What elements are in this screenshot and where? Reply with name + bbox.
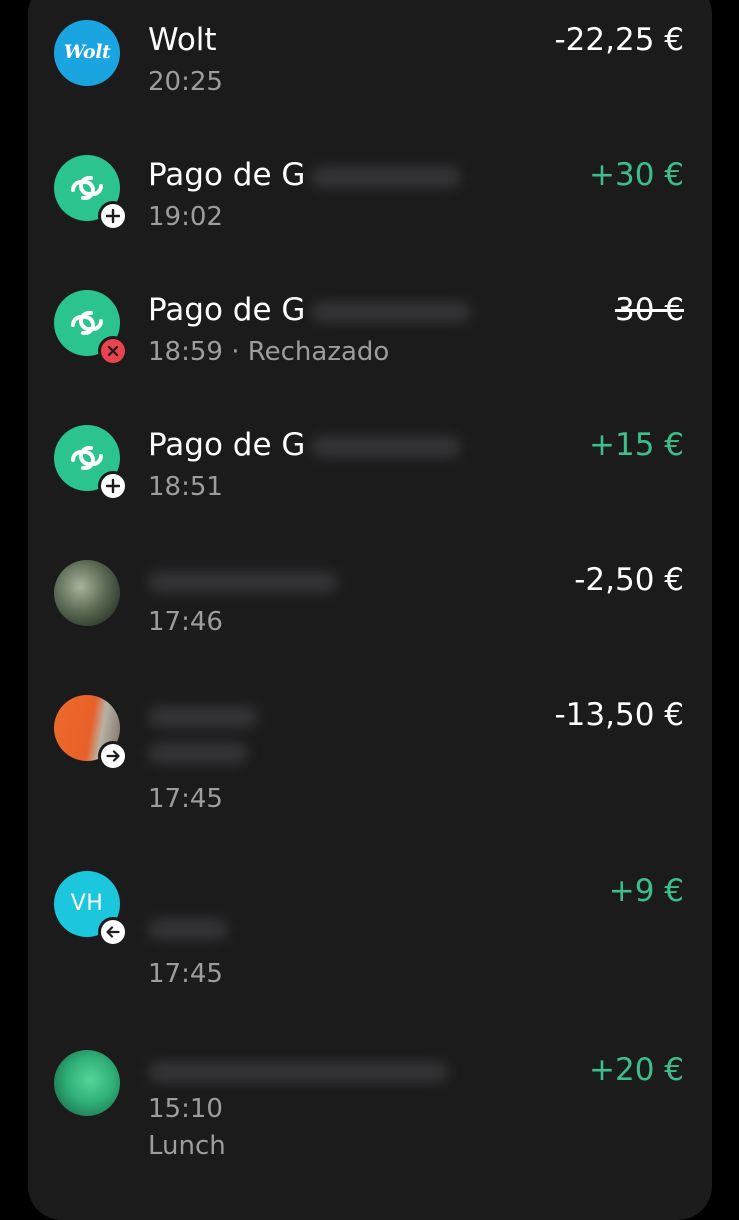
transaction-amount-rejected: 30 € <box>614 292 684 328</box>
redacted-name <box>148 705 258 728</box>
transaction-row-person-incoming[interactable]: 15:10 Lunch +20 € <box>28 1030 712 1180</box>
redacted-name <box>311 435 462 458</box>
transaction-amount: -13,50 € <box>554 697 684 733</box>
transaction-row-payment-received[interactable]: Pago de G 18:51 +15 € <box>28 405 712 525</box>
transaction-time: 18:59 <box>148 337 223 367</box>
transaction-title-text: Pago de G <box>148 157 306 193</box>
transaction-title-line-2 <box>148 733 248 769</box>
transaction-title <box>148 1052 448 1088</box>
transaction-time-status: 18:59 · Rechazado <box>148 337 389 367</box>
transaction-time: 18:51 <box>148 472 223 502</box>
transaction-time: 17:45 <box>148 784 223 814</box>
wolt-logo-avatar: Wolt <box>54 20 120 86</box>
transaction-amount: +9 € <box>608 873 684 909</box>
link-icon <box>71 446 103 470</box>
transaction-amount: +20 € <box>589 1052 684 1088</box>
transaction-row-person[interactable]: 17:46 -2,50 € <box>28 540 712 660</box>
plus-icon <box>98 201 128 231</box>
transaction-row-payment-received[interactable]: Pago de G 19:02 +30 € <box>28 135 712 255</box>
redacted-name <box>311 300 472 323</box>
transaction-amount: -22,25 € <box>554 22 684 58</box>
arrow-left-icon <box>98 917 128 947</box>
redacted-name <box>148 917 228 940</box>
redacted-name <box>311 165 462 188</box>
transaction-time: 20:25 <box>148 67 223 97</box>
transaction-title: Pago de G <box>148 157 462 193</box>
plus-icon <box>98 471 128 501</box>
transaction-note: Lunch <box>148 1131 226 1161</box>
transaction-amount: +30 € <box>589 157 684 193</box>
transaction-title-text: Pago de G <box>148 292 306 328</box>
redacted-name <box>148 741 248 764</box>
wolt-logo-text: Wolt <box>63 41 111 63</box>
redacted-name <box>148 1060 448 1083</box>
redacted-name <box>148 570 338 593</box>
transaction-amount: -2,50 € <box>574 562 684 598</box>
link-icon <box>71 176 103 200</box>
person-avatar <box>54 1050 120 1116</box>
transaction-title: Wolt <box>148 22 217 58</box>
transaction-row-wolt[interactable]: Wolt Wolt 20:25 -22,25 € <box>28 0 712 120</box>
transaction-time: 17:46 <box>148 607 223 637</box>
transaction-row-person-incoming[interactable]: VH 17:45 +9 € <box>28 851 712 1011</box>
transaction-title-text: Pago de G <box>148 427 306 463</box>
transaction-amount: +15 € <box>589 427 684 463</box>
transaction-time: 15:10 <box>148 1094 223 1124</box>
transaction-status: · Rechazado <box>231 337 390 367</box>
transaction-title <box>148 697 258 733</box>
person-avatar <box>54 560 120 626</box>
transaction-time: 17:45 <box>148 959 223 989</box>
transaction-time: 19:02 <box>148 202 223 232</box>
transaction-row-payment-rejected[interactable]: Pago de G 18:59 · Rechazado 30 € <box>28 270 712 390</box>
transaction-title <box>148 909 228 945</box>
transaction-row-person-outgoing[interactable]: 17:45 -13,50 € <box>28 675 712 835</box>
close-icon <box>98 336 128 366</box>
arrow-right-icon <box>98 741 128 771</box>
transaction-title: Pago de G <box>148 427 462 463</box>
transaction-title: Pago de G <box>148 292 472 328</box>
link-icon <box>71 311 103 335</box>
transaction-title <box>148 562 338 598</box>
